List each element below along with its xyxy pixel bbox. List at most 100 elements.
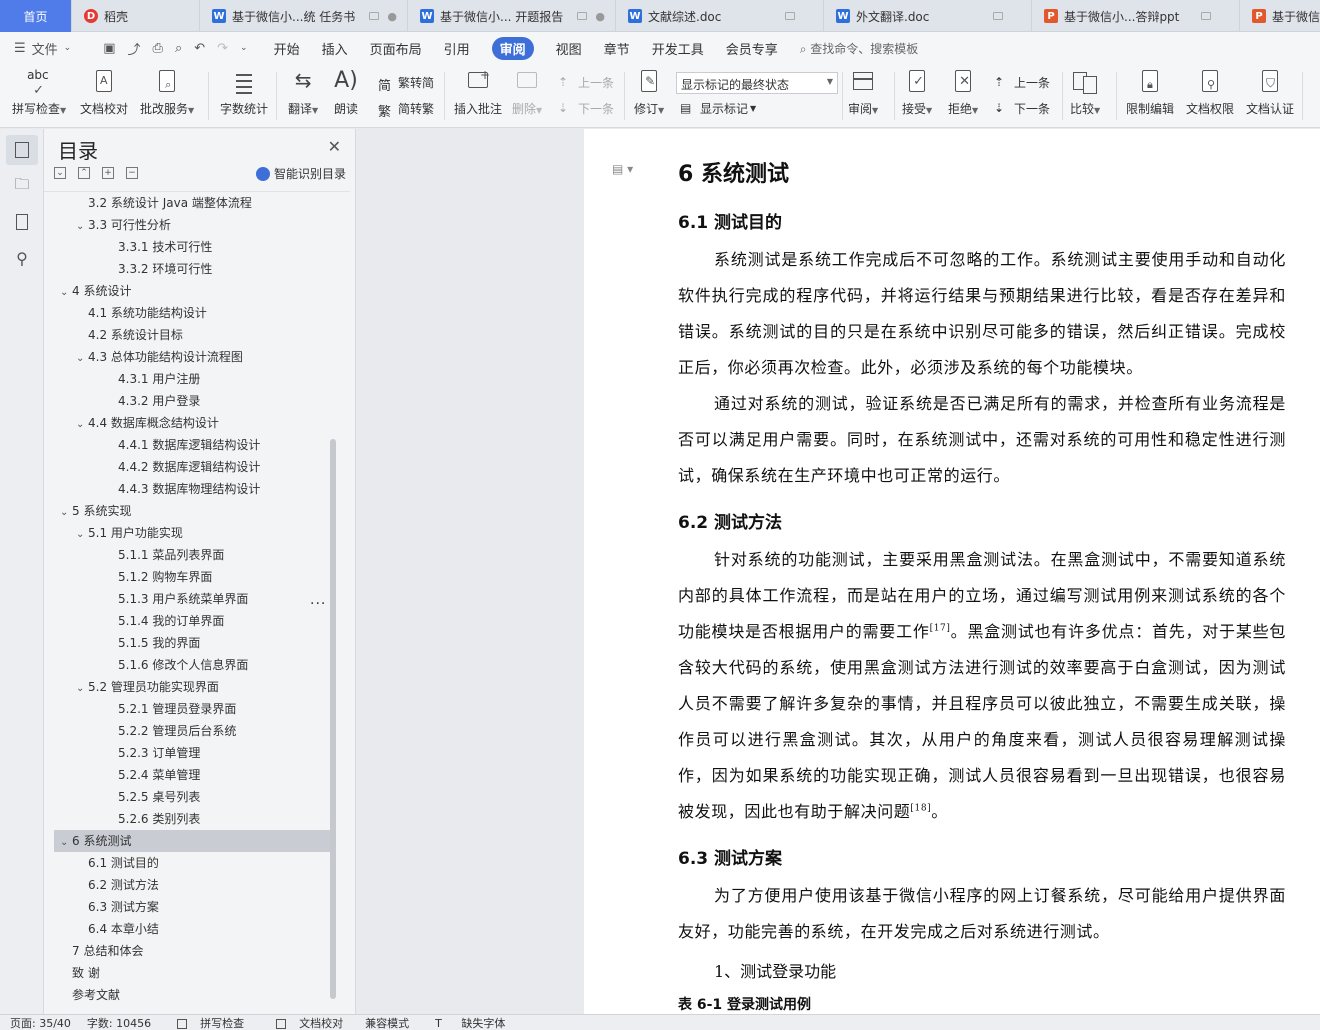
collapse-all-icon[interactable]: ⌃ xyxy=(78,167,90,179)
proof-toggle[interactable]: 文档校对 xyxy=(266,1015,349,1030)
toc-item[interactable]: 6.3 测试方案 xyxy=(44,896,330,918)
menu-item-chapter[interactable]: 章节 xyxy=(604,39,630,58)
tab-document[interactable]: W 基于微信小...统 任务书 ● xyxy=(200,0,408,32)
word-count-button[interactable]: 字数统计 xyxy=(220,68,268,117)
command-search[interactable]: ⌕ 查找命令、搜索模板 xyxy=(800,40,919,57)
toc-item[interactable]: 致 谢 xyxy=(44,962,330,984)
next-comment-button[interactable]: ⇣ 下一条 xyxy=(558,100,614,117)
track-changes-button[interactable]: ✎ 修订▼ xyxy=(634,68,664,117)
expand-all-icon[interactable]: ⌄ xyxy=(54,167,66,179)
toc-item[interactable]: 5.2.2 管理员后台系统 xyxy=(44,720,330,742)
prev-comment-button[interactable]: ⇡ 上一条 xyxy=(558,74,614,91)
toc-item[interactable]: 4.3.2 用户登录 xyxy=(44,390,330,412)
document-proof-button[interactable]: A 文档校对 xyxy=(80,68,128,117)
compare-button[interactable]: 比较▼ xyxy=(1070,68,1100,117)
remove-heading-icon[interactable]: − xyxy=(126,167,138,179)
simp-to-trad-button[interactable]: 繁 简转繁 xyxy=(378,100,434,120)
chapter-panel-button[interactable]: 🗀︎ xyxy=(6,171,38,201)
toc-item[interactable]: ⌄ 3.3 可行性分析 xyxy=(44,214,330,236)
chevron-down-icon[interactable]: ⌄ xyxy=(60,502,72,524)
chevron-down-icon[interactable]: ⌄ xyxy=(60,832,72,854)
document-permission-button[interactable]: ⚲ 文档权限 xyxy=(1186,68,1234,117)
toc-item[interactable]: 3.2 系统设计 Java 端整体流程 xyxy=(44,192,330,214)
chevron-down-icon[interactable]: ⌄ xyxy=(76,414,88,436)
add-heading-icon[interactable]: + xyxy=(102,167,114,179)
toc-item[interactable]: ⌄ 5.1 用户功能实现 xyxy=(44,522,330,544)
batch-service-button[interactable]: ⌕ 批改服务▼ xyxy=(140,68,194,117)
print-icon[interactable]: ⎙ xyxy=(153,41,163,56)
toc-item[interactable]: 4.3.1 用户注册 xyxy=(44,368,330,390)
toc-item[interactable]: 3.3.2 环境可行性 xyxy=(44,258,330,280)
toc-item[interactable]: 参考文献 xyxy=(44,984,330,1006)
toc-item[interactable]: 5.2.5 桌号列表 xyxy=(44,786,330,808)
toc-item[interactable]: 4.2 系统设计目标 xyxy=(44,324,330,346)
smart-toc-button[interactable]: 智能识别目录 xyxy=(256,165,346,182)
tab-document[interactable]: W 外文翻译.doc xyxy=(824,0,1032,32)
menu-item-developer[interactable]: 开发工具 xyxy=(652,39,704,58)
toc-item[interactable]: 5.2.4 菜单管理 xyxy=(44,764,330,786)
menu-item-layout[interactable]: 页面布局 xyxy=(370,39,422,58)
toc-item[interactable]: 6.1 测试目的 xyxy=(44,852,330,874)
read-aloud-button[interactable]: A) 朗读 xyxy=(332,68,360,117)
find-panel-button[interactable]: ⚲ xyxy=(6,243,38,273)
insert-comment-button[interactable]: + 插入批注 xyxy=(454,68,502,117)
toc-item[interactable]: 5.2.3 订单管理 xyxy=(44,742,330,764)
print-preview-icon[interactable]: ⌕ xyxy=(175,41,182,56)
translate-button[interactable]: ⇆ 翻译▼ xyxy=(288,68,318,117)
toc-item[interactable]: ⌄ 5 系统实现 xyxy=(44,500,330,522)
tab-document[interactable]: P 基于微信小...答辩ppt xyxy=(1032,0,1240,32)
spell-check-button[interactable]: abc ✓ 拼写检查▼ xyxy=(12,68,66,117)
accept-button[interactable]: ✓ 接受▼ xyxy=(902,68,932,117)
delete-comment-button[interactable]: 删除▼ xyxy=(512,68,542,117)
markup-display-select[interactable]: 显示标记的最终状态 ▼ xyxy=(676,72,838,94)
menu-item-review[interactable]: 审阅 xyxy=(491,36,534,60)
restrict-editing-button[interactable]: 🔒︎ 限制编辑 xyxy=(1126,68,1174,117)
toc-panel-button[interactable] xyxy=(6,135,38,165)
toc-item[interactable]: 6.4 本章小结 xyxy=(44,918,330,940)
toc-item[interactable]: 5.1.2 购物车界面 xyxy=(44,566,330,588)
review-pane-button[interactable]: 审阅▼ xyxy=(848,68,878,117)
tab-home[interactable]: 首页 xyxy=(0,0,72,32)
toc-item[interactable]: 5.1.3 用户系统菜单界面 xyxy=(44,588,330,610)
toc-item[interactable]: ⌄ 4.4 数据库概念结构设计 xyxy=(44,412,330,434)
page-options-icon[interactable]: ▤ ▾ xyxy=(612,162,633,176)
reject-button[interactable]: ✕ 拒绝▼ xyxy=(948,68,978,117)
toc-item[interactable]: 3.3.1 技术可行性 xyxy=(44,236,330,258)
trad-to-simp-button[interactable]: 简 繁转简 xyxy=(378,74,434,94)
tab-document[interactable]: P 基于微信 xyxy=(1240,0,1320,32)
toc-scrollbar[interactable] xyxy=(330,439,336,999)
toc-item[interactable]: ⌄ 4.3 总体功能结构设计流程图 xyxy=(44,346,330,368)
menu-item-view[interactable]: 视图 xyxy=(556,39,582,58)
toc-item[interactable]: 4.4.1 数据库逻辑结构设计 xyxy=(44,434,330,456)
document-certify-button[interactable]: ⛉ 文档认证 xyxy=(1246,68,1294,117)
share-icon[interactable]: ⤴ xyxy=(128,39,141,58)
missing-font-button[interactable]: T 缺失字体 xyxy=(425,1015,511,1030)
save-icon[interactable]: ▣ xyxy=(103,41,115,56)
chevron-down-icon[interactable]: ⌄ xyxy=(76,678,88,700)
toc-item[interactable]: ⌄ 6 系统测试 xyxy=(54,830,330,852)
menu-item-references[interactable]: 引用 xyxy=(444,39,470,58)
customize-icon[interactable]: ⌄ xyxy=(240,43,248,53)
more-icon[interactable]: ... xyxy=(310,592,326,608)
toc-item[interactable]: 5.1.5 我的界面 xyxy=(44,632,330,654)
menu-item-member[interactable]: 会员专享 xyxy=(726,39,778,58)
toc-item[interactable]: ⌄ 5.2 管理员功能实现界面 xyxy=(44,676,330,698)
toc-item[interactable]: 6.2 测试方法 xyxy=(44,874,330,896)
page-indicator[interactable]: 页面: 35/40 xyxy=(10,1015,71,1030)
menu-item-start[interactable]: 开始 xyxy=(274,39,300,58)
toc-item[interactable]: ⌄ 4 系统设计 xyxy=(44,280,330,302)
tab-docer[interactable]: D 稻壳 xyxy=(72,0,200,32)
chevron-down-icon[interactable]: ⌄ xyxy=(60,282,72,304)
spell-check-toggle[interactable]: 拼写检查 xyxy=(167,1015,250,1030)
chevron-down-icon[interactable]: ⌄ xyxy=(76,524,88,546)
toc-item[interactable]: 4.4.2 数据库逻辑结构设计 xyxy=(44,456,330,478)
chevron-down-icon[interactable]: ⌄ xyxy=(76,348,88,370)
toc-item[interactable]: 4.1 系统功能结构设计 xyxy=(44,302,330,324)
toc-item[interactable]: 4.4.3 数据库物理结构设计 xyxy=(44,478,330,500)
prev-change-button[interactable]: ⇡ 上一条 xyxy=(994,74,1050,91)
file-menu[interactable]: ☰ 文件 ⌄ xyxy=(14,39,77,58)
toc-item[interactable]: 5.1.1 菜品列表界面 xyxy=(44,544,330,566)
undo-icon[interactable]: ↶ xyxy=(194,41,205,56)
chevron-down-icon[interactable]: ⌄ xyxy=(76,216,88,238)
toc-item[interactable]: 5.2.6 类别列表 xyxy=(44,808,330,830)
